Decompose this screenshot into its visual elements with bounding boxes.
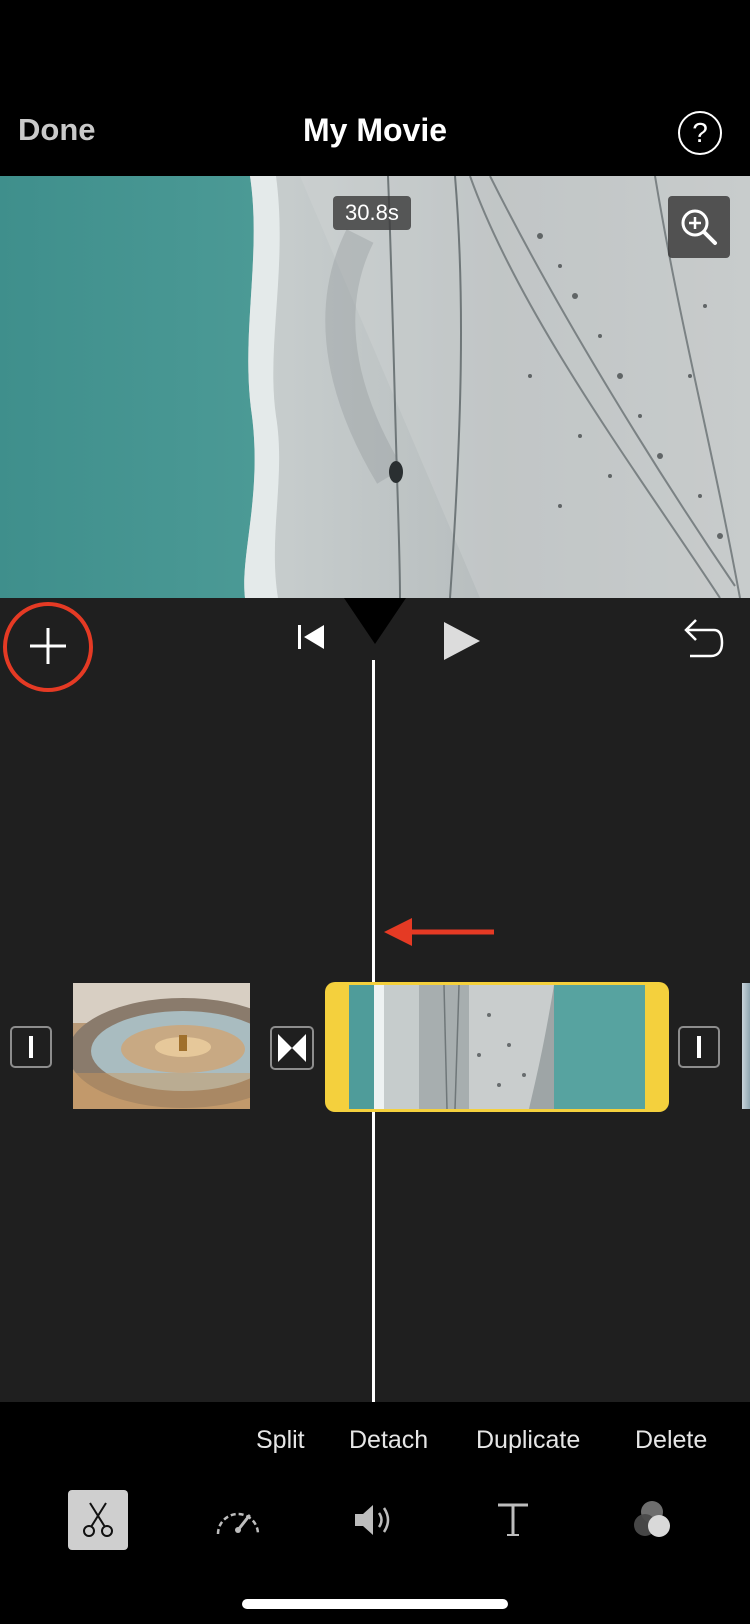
record-player-thumbnail <box>73 983 250 1109</box>
home-indicator <box>242 1599 508 1609</box>
timeline-end-marker[interactable] <box>678 1026 720 1068</box>
duplicate-button[interactable]: Duplicate <box>476 1426 580 1455</box>
volume-icon[interactable] <box>345 1490 405 1550</box>
next-clip-edge[interactable] <box>742 983 750 1109</box>
undo-icon[interactable] <box>678 618 724 662</box>
speed-icon[interactable] <box>208 1490 268 1550</box>
split-button[interactable]: Split <box>256 1426 305 1455</box>
zoom-in-icon[interactable] <box>668 196 730 258</box>
plus-icon[interactable] <box>24 622 72 670</box>
skip-to-start-icon[interactable] <box>296 622 326 652</box>
transition-icon[interactable] <box>270 1026 314 1070</box>
record-player-clip[interactable] <box>73 983 250 1109</box>
beach-aerial-clip[interactable] <box>325 982 669 1112</box>
scissors-icon[interactable] <box>68 1490 128 1550</box>
delete-button[interactable]: Delete <box>635 1426 707 1455</box>
playhead-notch <box>344 598 406 644</box>
play-icon[interactable] <box>442 620 482 662</box>
page-title: My Movie <box>302 112 448 148</box>
duration-badge: 30.8s <box>333 196 411 230</box>
text-icon[interactable] <box>483 1490 543 1550</box>
marker-bar <box>29 1036 33 1058</box>
annotation-arrow <box>382 914 497 950</box>
timeline-start-marker[interactable] <box>10 1026 52 1068</box>
nav-bar <box>0 0 750 176</box>
detach-button[interactable]: Detach <box>349 1426 428 1455</box>
marker-bar <box>697 1036 701 1058</box>
filters-icon[interactable] <box>622 1490 682 1550</box>
video-preview[interactable] <box>0 176 750 598</box>
beach-aerial-thumbnail <box>349 985 645 1109</box>
help-button[interactable]: ? <box>678 111 722 155</box>
beach-aerial-frame <box>0 176 750 598</box>
